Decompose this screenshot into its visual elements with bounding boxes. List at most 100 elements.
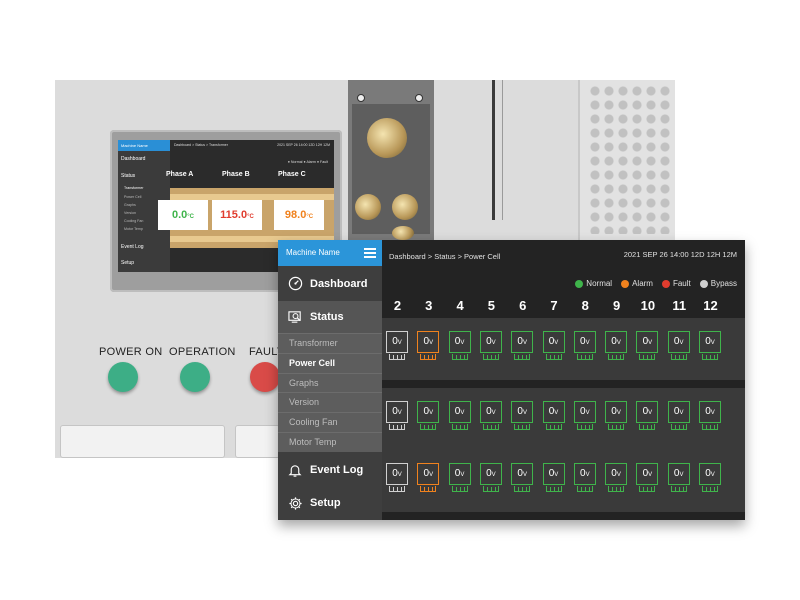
cell-connector-icon bbox=[576, 354, 593, 360]
power-cell-normal[interactable]: 0V bbox=[448, 401, 471, 423]
cell-connector-icon bbox=[576, 486, 593, 492]
power-cell-normal[interactable]: 0V bbox=[511, 331, 534, 353]
column-number: 5 bbox=[487, 298, 495, 313]
power-cell-normal[interactable]: 0V bbox=[667, 463, 690, 485]
power-cell-normal[interactable]: 0V bbox=[667, 331, 690, 353]
sidebar-label-setup: Setup bbox=[310, 497, 341, 509]
power-cell-alarm[interactable]: 0V bbox=[417, 463, 440, 485]
power-cell-normal[interactable]: 0V bbox=[542, 401, 565, 423]
column-number: 3 bbox=[425, 298, 433, 313]
cell-connector-icon bbox=[670, 486, 687, 492]
machine-name-header[interactable]: Machine Name bbox=[278, 240, 382, 266]
small-temp-a: 0.0°C bbox=[158, 200, 208, 230]
power-cell-normal[interactable]: 0V bbox=[573, 331, 596, 353]
power-cell-normal[interactable]: 0V bbox=[542, 463, 565, 485]
legend-alarm: Alarm bbox=[621, 279, 653, 288]
power-cell-normal[interactable]: 0V bbox=[573, 463, 596, 485]
hamburger-menu-icon[interactable] bbox=[364, 248, 376, 258]
legend-fault-label: Fault bbox=[672, 279, 691, 288]
column-number: 7 bbox=[550, 298, 558, 313]
cell-connector-icon bbox=[482, 486, 499, 492]
power-cell-normal[interactable]: 0V bbox=[479, 331, 502, 353]
legend-bypass-label: Bypass bbox=[710, 279, 737, 288]
power-cell-normal[interactable]: 0V bbox=[448, 331, 471, 353]
power-on-lamp bbox=[108, 362, 138, 392]
sidebar-item-power-cell[interactable]: Power Cell bbox=[278, 352, 382, 373]
cabinet-seam bbox=[492, 80, 495, 220]
small-temp-a-value: 0.0 bbox=[171, 209, 188, 221]
power-cell-bypass[interactable]: 0V bbox=[386, 331, 408, 353]
cell-connector-icon bbox=[670, 424, 687, 430]
sidebar-item-version[interactable]: Version bbox=[278, 392, 382, 412]
power-cell-normal[interactable]: 0V bbox=[636, 463, 659, 485]
sidebar-label-dashboard: Dashboard bbox=[310, 277, 368, 290]
power-cell-normal[interactable]: 0V bbox=[699, 331, 721, 353]
small-nav-setup: Setup bbox=[121, 260, 135, 266]
power-cell-bypass[interactable]: 0V bbox=[386, 463, 408, 485]
small-temp-a-unit: °C bbox=[187, 214, 195, 220]
small-nav-eventlog: Event Log bbox=[121, 244, 144, 250]
rotary-knob[interactable] bbox=[367, 118, 407, 158]
hmi-panel: Machine Name Dashboard Status Transforme… bbox=[278, 240, 745, 520]
power-cell-normal[interactable]: 0V bbox=[479, 401, 502, 423]
cell-connector-icon bbox=[514, 424, 531, 430]
power-cell-normal[interactable]: 0V bbox=[699, 401, 721, 423]
cell-connector-icon bbox=[482, 354, 499, 360]
power-cell-normal[interactable]: 0V bbox=[605, 401, 628, 423]
power-cell-normal[interactable]: 0V bbox=[417, 401, 440, 423]
sidebar-item-dashboard[interactable]: Dashboard bbox=[278, 270, 382, 297]
column-number: 10 bbox=[640, 298, 656, 313]
cell-connector-icon bbox=[420, 354, 437, 360]
sidebar-item-transformer[interactable]: Transformer bbox=[278, 333, 382, 353]
sidebar-item-cooling-fan[interactable]: Cooling Fan bbox=[278, 412, 382, 432]
sidebar-item-event-log[interactable]: Event Log bbox=[278, 456, 382, 484]
power-cell-normal[interactable]: 0V bbox=[605, 463, 628, 485]
power-cell-normal[interactable]: 0V bbox=[699, 463, 721, 485]
screw-icon bbox=[357, 94, 365, 102]
power-cell-normal[interactable]: 0V bbox=[573, 401, 596, 423]
small-breadcrumb: Dashboard > Status > Transformer bbox=[174, 143, 228, 147]
sidebar-item-graphs[interactable]: Graphs bbox=[278, 372, 382, 393]
cell-connector-icon bbox=[545, 354, 562, 360]
power-cell-alarm[interactable]: 0V bbox=[417, 331, 440, 353]
breaker-switch[interactable] bbox=[235, 425, 280, 458]
sidebar: Machine Name Dashboard Status Transforme… bbox=[278, 240, 382, 520]
power-cell-normal[interactable]: 0V bbox=[511, 401, 534, 423]
column-number: 12 bbox=[703, 298, 718, 313]
legend-fault: Fault bbox=[661, 279, 691, 288]
legend-bypass: Bypass bbox=[699, 279, 737, 288]
column-number: 6 bbox=[519, 298, 527, 313]
power-cell-normal[interactable]: 0V bbox=[511, 463, 534, 485]
fault-lamp bbox=[250, 362, 280, 392]
sidebar-item-motor-temp[interactable]: Motor Temp bbox=[278, 431, 382, 452]
power-cell-normal[interactable]: 0V bbox=[636, 331, 659, 353]
small-datetime: 2021 SEP 26 14:00 12D 12H 12M bbox=[277, 143, 330, 147]
sidebar-item-setup[interactable]: Setup bbox=[278, 489, 382, 517]
small-temp-b: 115.0°C bbox=[212, 200, 262, 230]
power-cell-normal[interactable]: 0V bbox=[479, 463, 502, 485]
gauge-icon bbox=[287, 276, 303, 292]
sidebar-label-status: Status bbox=[310, 311, 344, 323]
cell-connector-icon bbox=[639, 354, 656, 360]
column-number: 8 bbox=[581, 298, 589, 313]
cell-connector-icon bbox=[451, 424, 468, 430]
column-number: 9 bbox=[612, 298, 621, 313]
power-cell-normal[interactable]: 0V bbox=[667, 401, 690, 423]
sidebar-item-status[interactable]: Status bbox=[278, 301, 382, 333]
power-cell-normal[interactable]: 0V bbox=[448, 463, 471, 485]
power-cell-normal[interactable]: 0V bbox=[605, 331, 628, 353]
breadcrumb: Dashboard > Status > Power Cell bbox=[389, 252, 501, 261]
small-temp-b-value: 115.0 bbox=[220, 209, 248, 221]
power-cell-normal[interactable]: 0V bbox=[636, 401, 659, 423]
power-cell-normal[interactable]: 0V bbox=[542, 331, 565, 353]
legend-normal: Normal bbox=[575, 279, 612, 288]
breaker-switch[interactable] bbox=[60, 425, 225, 458]
small-temp-c-unit: °C bbox=[306, 214, 314, 220]
power-cell-bypass[interactable]: 0V bbox=[386, 401, 408, 423]
cell-connector-icon bbox=[420, 424, 437, 430]
datetime-display: 2021 SEP 26 14:00 12D 12H 12M bbox=[623, 250, 737, 259]
legend-alarm-label: Alarm bbox=[632, 279, 653, 288]
screw-icon bbox=[415, 94, 423, 102]
vent-grille bbox=[588, 84, 672, 234]
cell-connector-icon bbox=[514, 486, 531, 492]
